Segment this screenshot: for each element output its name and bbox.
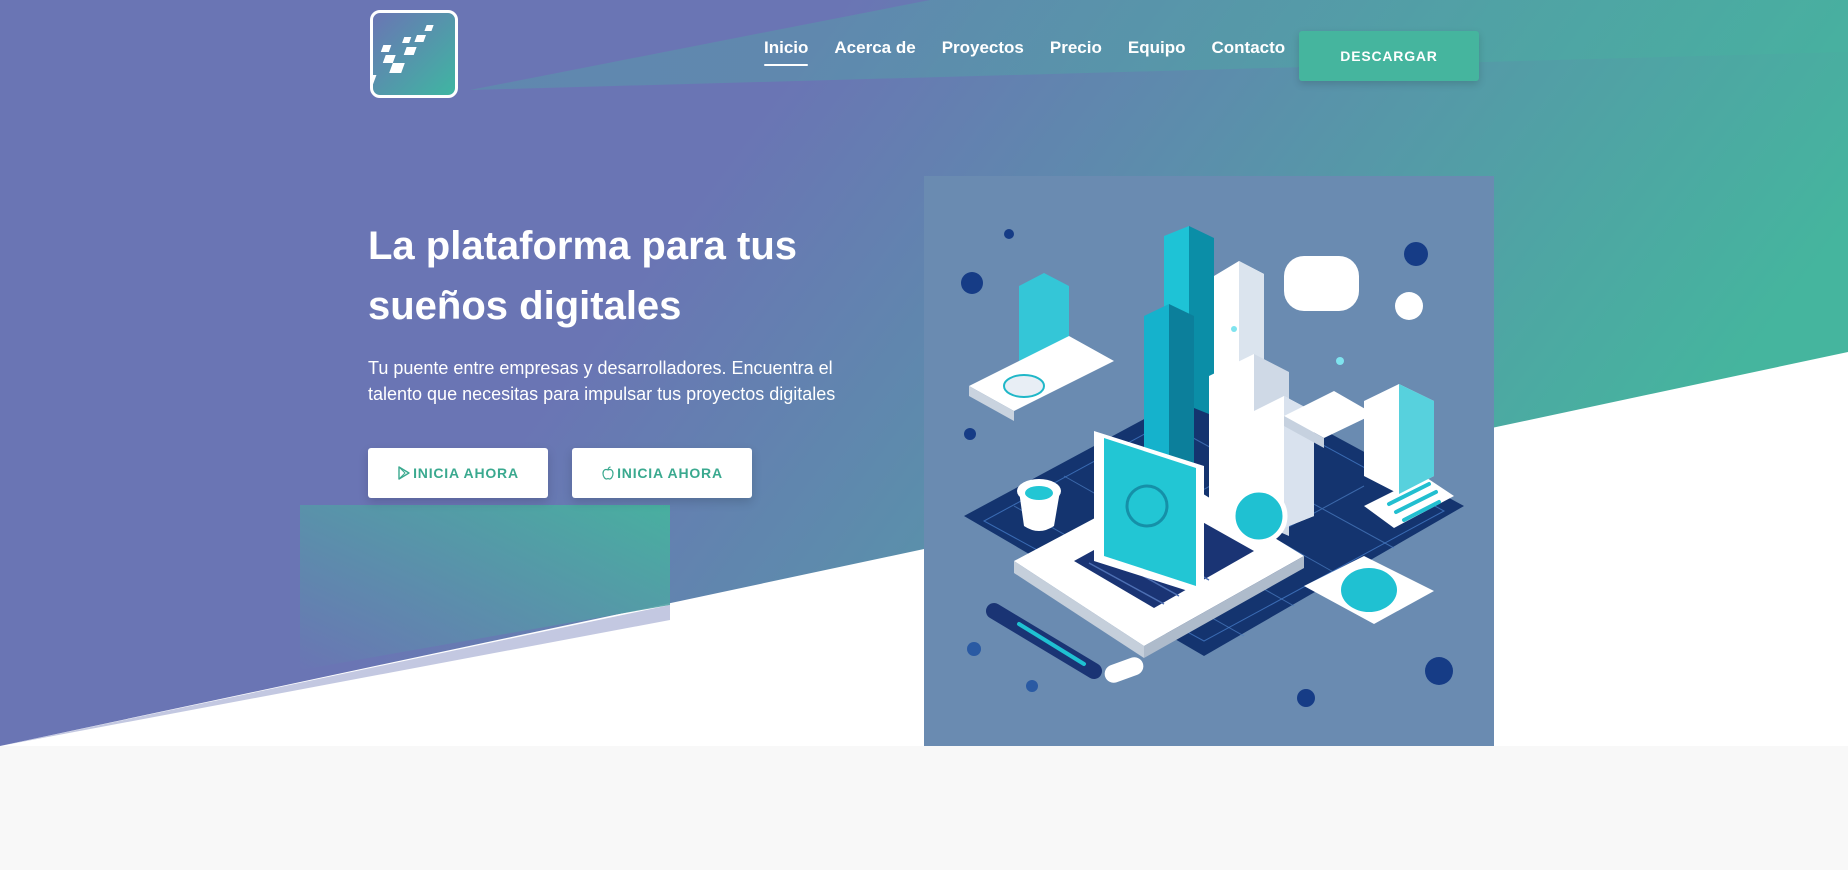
google-play-icon [397,466,411,480]
start-now-label: INICIA AHORA [413,465,519,481]
nav-item-proyectos[interactable]: Proyectos [942,38,1024,66]
hero-title-line-1: La plataforma para tus [368,224,798,268]
hero-title-line-2: sueños digitales [368,284,682,328]
download-button[interactable]: DESCARGAR [1299,31,1479,81]
isometric-tech-city-illustration [961,226,1464,707]
nav-item-acerca-de[interactable]: Acerca de [834,38,915,66]
site-logo[interactable] [370,10,458,98]
checkered-flag-icon [373,25,434,85]
main-nav: Inicio Acerca de Proyectos Precio Equipo… [764,38,1311,66]
hero-subtitle-line-1: Tu puente entre empresas y desarrollador… [368,358,833,378]
hero-section: Inicio Acerca de Proyectos Precio Equipo… [0,0,1848,746]
hero-subtitle-line-2: talento que necesitas para impulsar tus … [368,384,836,404]
nav-item-precio[interactable]: Precio [1050,38,1102,66]
nav-item-equipo[interactable]: Equipo [1128,38,1186,66]
start-now-label: INICIA AHORA [617,465,723,481]
hero-subtitle: Tu puente entre empresas y desarrollador… [368,355,888,407]
below-hero-area [0,746,1848,870]
apple-icon [601,466,615,480]
nav-item-contacto[interactable]: Contacto [1211,38,1285,66]
hero-illustration [924,176,1494,746]
start-now-button-play[interactable]: INICIA AHORA [368,448,548,498]
nav-item-inicio[interactable]: Inicio [764,38,809,66]
start-now-button-apple[interactable]: INICIA AHORA [572,448,752,498]
hero-title: La plataforma para tus sueños digitales [368,216,888,336]
